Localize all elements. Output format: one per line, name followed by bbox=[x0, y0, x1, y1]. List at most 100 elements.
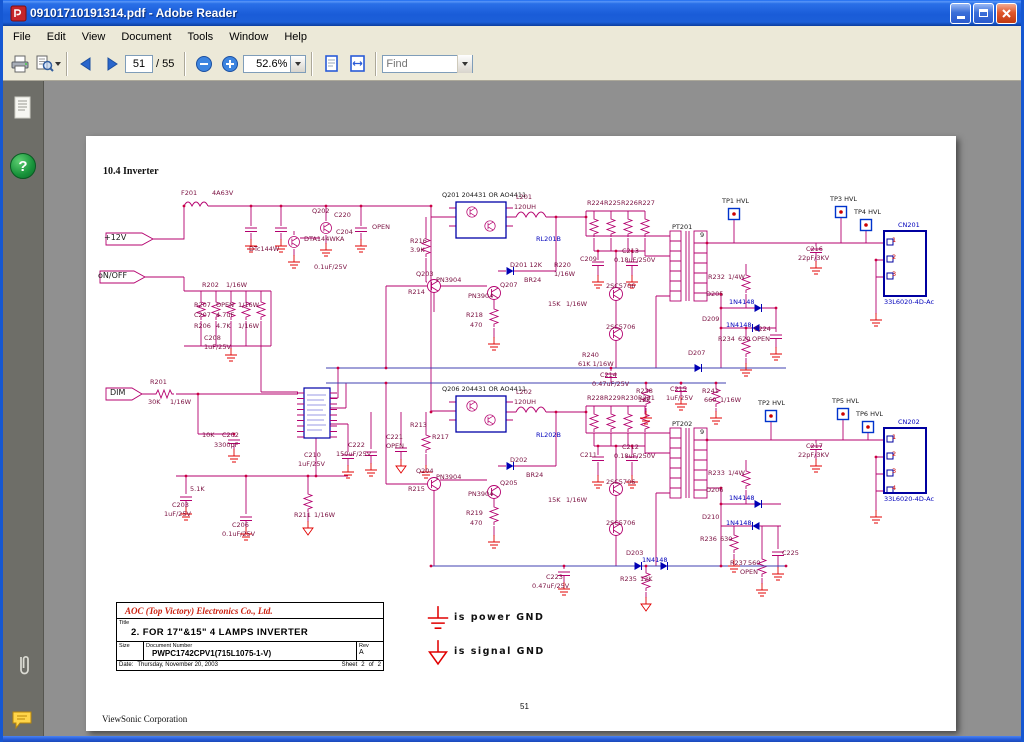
toolbar-separator bbox=[311, 52, 313, 76]
schematic-label: R227 bbox=[638, 200, 655, 207]
schematic-label: 1/16W bbox=[238, 323, 259, 330]
schematic-label: R235 bbox=[620, 576, 637, 583]
document-area[interactable]: 10.4 Inverter bbox=[44, 81, 1021, 737]
next-page-icon bbox=[102, 55, 122, 73]
schematic-label: 3 bbox=[892, 468, 896, 475]
comments-panel-button[interactable] bbox=[10, 707, 36, 733]
schematic-label: R215 bbox=[408, 486, 425, 493]
schematic-label: C202 bbox=[222, 432, 239, 439]
title-block-date-label: Date: bbox=[119, 662, 133, 668]
actual-size-button[interactable] bbox=[318, 51, 344, 77]
schematic-label: 1/4W bbox=[728, 274, 745, 281]
menu-item[interactable]: Window bbox=[221, 29, 276, 45]
schematic-label: OPEN bbox=[386, 443, 404, 450]
schematic-label: 22pF/3KV bbox=[798, 452, 829, 459]
schematic-label: TP3 HVL bbox=[830, 196, 857, 203]
schematic-label: D207 bbox=[688, 350, 705, 357]
schematic-label: C207 bbox=[194, 312, 211, 319]
zoom-out-button[interactable] bbox=[191, 51, 217, 77]
menu-item[interactable]: Edit bbox=[39, 29, 74, 45]
schematic-label: R207 bbox=[194, 302, 211, 309]
find-dropdown-button[interactable] bbox=[457, 55, 472, 73]
menu-item[interactable]: Tools bbox=[180, 29, 222, 45]
schematic-label: R216 bbox=[410, 238, 427, 245]
title-block-date: Thursday, November 20, 2003 bbox=[137, 662, 337, 668]
schematic-label: 2SC5706 bbox=[606, 479, 635, 486]
taskbar-edge[interactable] bbox=[3, 736, 1021, 742]
schematic-label: R220 bbox=[554, 262, 571, 269]
find-input[interactable] bbox=[383, 57, 457, 71]
schematic-label: C214 bbox=[600, 372, 617, 379]
schematic-label: OPEN bbox=[216, 302, 234, 309]
pages-icon bbox=[13, 96, 33, 120]
title-block-sheet: 2 bbox=[361, 662, 364, 668]
toolbar-separator bbox=[66, 52, 68, 76]
schematic-label: TP1 HVL bbox=[722, 198, 749, 205]
schematic-label: R217 bbox=[432, 434, 449, 441]
schematic-label: 3300pF bbox=[214, 442, 238, 449]
schematic-label: R232 bbox=[708, 274, 725, 281]
schematic-label: R214 bbox=[408, 289, 425, 296]
schematic-label: PT201 bbox=[672, 224, 692, 231]
minimize-button[interactable] bbox=[950, 3, 971, 24]
schematic-label: 0.1uF/25V bbox=[314, 264, 347, 271]
schematic-label: R240 bbox=[582, 352, 599, 359]
pages-panel-button[interactable] bbox=[10, 95, 36, 121]
zoom-level-value[interactable]: 52.6% bbox=[243, 55, 291, 73]
schematic-label: C208 bbox=[204, 335, 221, 342]
schematic-label: R233 bbox=[708, 470, 725, 477]
schematic-label: C215 bbox=[670, 386, 687, 393]
previous-page-button[interactable] bbox=[73, 51, 99, 77]
menu-item[interactable]: Document bbox=[113, 29, 179, 45]
export-button[interactable] bbox=[33, 51, 61, 77]
schematic-label: 33L6020-4D-Ac bbox=[884, 299, 934, 306]
schematic-label: 3 bbox=[892, 271, 896, 278]
schematic-label: 2 bbox=[892, 254, 896, 261]
schematic-label: C216 bbox=[806, 246, 823, 253]
navigation-sidebar: ? bbox=[3, 81, 44, 737]
schematic-label: DTA144WKA bbox=[304, 236, 344, 243]
zoom-in-button[interactable] bbox=[217, 51, 243, 77]
menu-item[interactable]: File bbox=[5, 29, 39, 45]
maximize-button[interactable] bbox=[973, 3, 994, 24]
fit-width-button[interactable] bbox=[344, 51, 370, 77]
schematic-label: RL201B bbox=[536, 236, 561, 243]
schematic-label: PN3904 bbox=[468, 491, 493, 498]
toolbar-separator bbox=[184, 52, 186, 76]
schematic-label: C224 bbox=[754, 326, 771, 333]
schematic-label: 33L6020-4D-Ac bbox=[884, 496, 934, 503]
schematic-label: Q207 bbox=[500, 282, 518, 289]
schematic-label: 620 bbox=[738, 336, 750, 343]
schematic-label: 2 bbox=[892, 451, 896, 458]
adobe-reader-window: 09101710191314.pdf - Adobe Reader FileEd… bbox=[0, 0, 1024, 742]
pdf-app-icon bbox=[10, 5, 27, 22]
schematic-label: 150uF/25V bbox=[336, 451, 371, 458]
next-page-button[interactable] bbox=[99, 51, 125, 77]
schematic-label: 4A63V bbox=[212, 190, 233, 197]
schematic-label: R201 bbox=[150, 379, 167, 386]
print-button[interactable] bbox=[7, 51, 33, 77]
menu-item[interactable]: Help bbox=[276, 29, 315, 45]
menu-bar: FileEditViewDocumentToolsWindowHelp bbox=[3, 26, 1021, 47]
schematic-label: OPEN bbox=[752, 336, 770, 343]
schematic-label: Q206 204431 OR AO4411 bbox=[442, 386, 526, 393]
schematic-label: R225 bbox=[604, 200, 621, 207]
help-panel-button[interactable]: ? bbox=[10, 153, 36, 179]
schematic-label: 0.18uF/250V bbox=[614, 453, 655, 460]
schematic-label: PN3904 bbox=[436, 474, 461, 481]
schematic-label: 1uF/25V bbox=[666, 395, 693, 402]
zoom-dropdown-button[interactable] bbox=[291, 55, 306, 73]
schematic-label: 120UH bbox=[514, 399, 536, 406]
schematic-label: 1/16W bbox=[566, 497, 587, 504]
schematic-label: R230 bbox=[621, 395, 638, 402]
schematic-label: 1/16W bbox=[226, 282, 247, 289]
page-number-input[interactable] bbox=[125, 55, 153, 73]
schematic-label: oN/OFF bbox=[98, 272, 127, 280]
schematic-label: D210 bbox=[702, 514, 719, 521]
comment-icon bbox=[11, 709, 35, 731]
schematic-label: D203 bbox=[626, 550, 643, 557]
attachments-panel-button[interactable] bbox=[10, 653, 36, 679]
menu-item[interactable]: View bbox=[74, 29, 114, 45]
close-button[interactable] bbox=[996, 3, 1017, 24]
schematic-label: 1N4148 bbox=[642, 557, 668, 564]
